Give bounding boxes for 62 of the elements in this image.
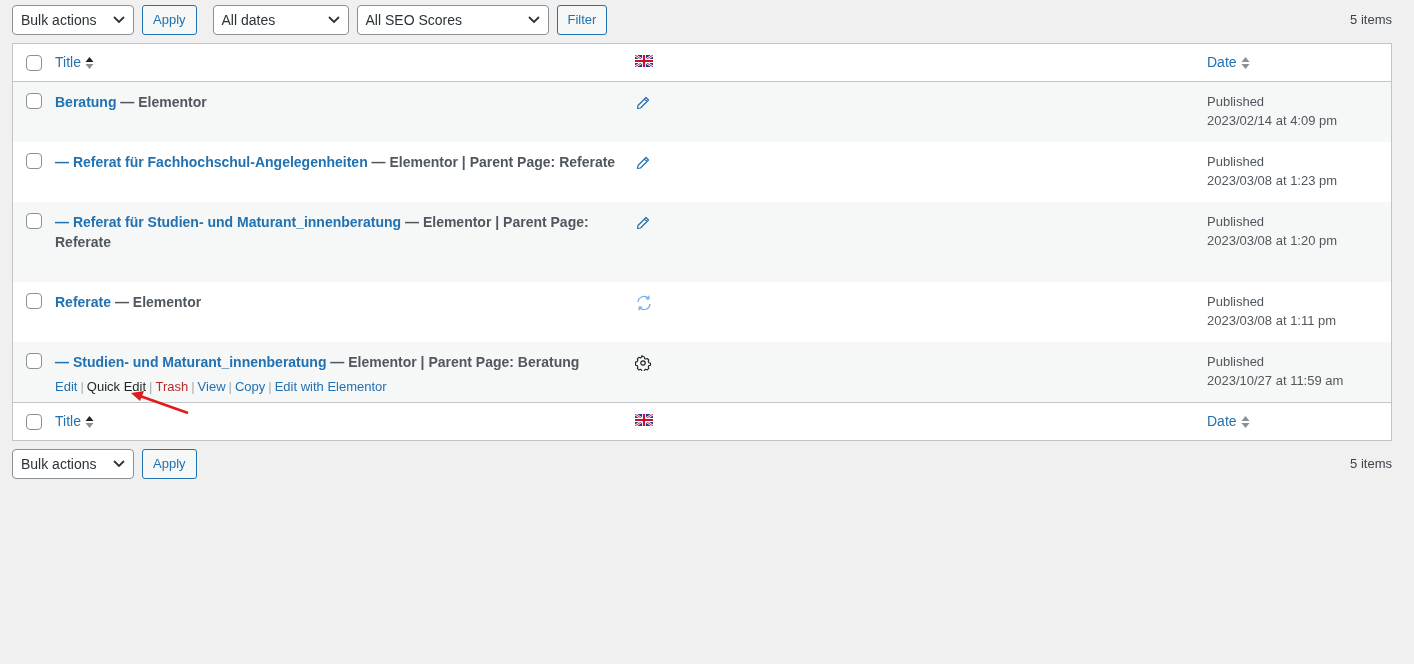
row-action-link[interactable]: Edit with Elementor (274, 379, 387, 394)
flag-icon (635, 55, 653, 68)
status-text: Published (1207, 353, 1266, 371)
status-text: Published (1207, 213, 1266, 231)
date-text: 2023/02/14 at 4:09 pm (1207, 112, 1339, 130)
checkbox[interactable] (26, 353, 42, 369)
status-text: Published (1207, 93, 1266, 111)
checkbox[interactable] (26, 153, 42, 169)
apply-button[interactable]: Apply (142, 449, 197, 479)
dropdown-select[interactable]: All SEO Scores (356, 5, 549, 35)
separator: | (79, 379, 85, 394)
page-title-text: — Referat für Studien- und Maturant_innenberatung — Elementor | Parent Page: Referate (55, 213, 590, 252)
row-action-link[interactable]: Copy (234, 379, 266, 394)
page-title-text: Beratung — Elementor (55, 93, 208, 112)
gear-icon[interactable] (635, 354, 651, 371)
chevron-down-icon (113, 16, 125, 24)
checkbox[interactable] (26, 54, 42, 71)
checkbox[interactable] (26, 293, 42, 309)
flag-icon (635, 414, 653, 427)
status-text: Published (1207, 293, 1266, 311)
separator: | (148, 379, 154, 394)
page-title-text: Referate — Elementor (55, 293, 203, 312)
chevron-down-icon (113, 460, 125, 468)
separator: | (190, 379, 196, 394)
dropdown-select[interactable]: All dates (212, 5, 349, 35)
page-title-link[interactable]: — Referat für Fachhochschul-Angelegenheiten (55, 154, 368, 170)
column-sort-link[interactable]: Title (55, 411, 94, 432)
checkbox[interactable] (26, 213, 42, 229)
filter-button[interactable]: Filter (556, 5, 608, 35)
column-sort-link[interactable]: Title (55, 52, 94, 73)
pencil-icon[interactable] (635, 94, 651, 111)
dropdown-select[interactable]: Bulk actions (12, 449, 134, 479)
checkbox[interactable] (26, 93, 42, 109)
page-title-link[interactable]: Beratung (55, 94, 117, 110)
pencil-icon[interactable] (635, 154, 651, 171)
page-title-link[interactable]: Referate (55, 294, 112, 310)
date-text: 2023/03/08 at 1:11 pm (1207, 312, 1338, 330)
row-action-link[interactable]: Trash (155, 379, 189, 394)
column-sort-link[interactable]: Date (1207, 411, 1250, 432)
column-sort-link[interactable]: Date (1207, 52, 1250, 73)
chevron-down-icon (327, 16, 340, 24)
date-text: 2023/03/08 at 1:23 pm (1207, 172, 1339, 190)
date-text: 2023/10/27 at 11:59 am (1207, 372, 1345, 390)
row-action-link[interactable]: View (197, 379, 226, 394)
separator: | (227, 379, 233, 394)
dropdown-select[interactable]: Bulk actions (12, 5, 134, 35)
separator: | (267, 379, 273, 394)
checkbox[interactable] (26, 413, 42, 430)
page-title-text: — Referat für Fachhochschul-Angelegenheiten — Elementor | Parent Page: Referate (55, 153, 617, 172)
sync-icon[interactable] (635, 293, 653, 312)
status-text: Published (1207, 153, 1266, 171)
apply-button[interactable]: Apply (142, 5, 197, 35)
chevron-down-icon (527, 16, 540, 24)
page-title-link[interactable]: — Studien- und Maturant_innenberatung (55, 354, 327, 370)
row-action-link[interactable]: Edit (55, 379, 78, 394)
item-count: 5 items (1350, 455, 1392, 474)
pencil-icon[interactable] (635, 214, 651, 231)
page-title-text: — Studien- und Maturant_innenberatung — Elementor | Parent Page: Beratung (55, 353, 581, 372)
date-text: 2023/03/08 at 1:20 pm (1207, 232, 1339, 250)
row-action-link[interactable]: Quick Edit (86, 379, 147, 394)
item-count: 5 items (1350, 11, 1392, 30)
page-title-link[interactable]: — Referat für Studien- und Maturant_innenberatung (55, 214, 402, 230)
